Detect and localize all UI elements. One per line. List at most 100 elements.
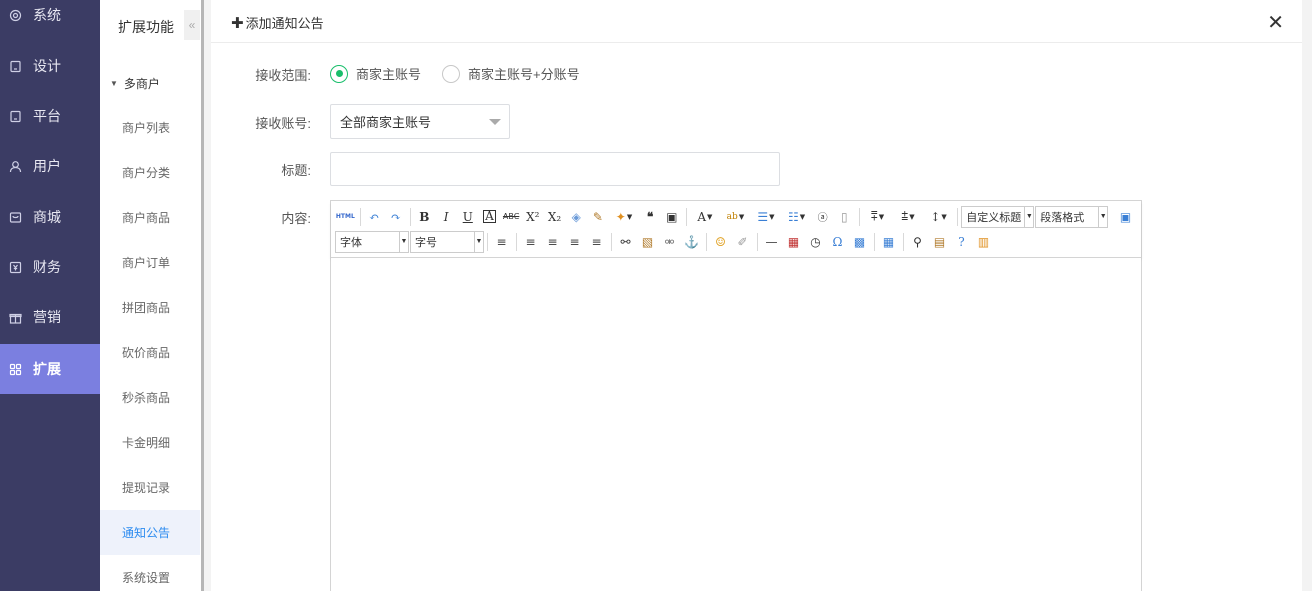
tablet-icon bbox=[8, 109, 22, 123]
source-html-button[interactable]: HTML bbox=[335, 206, 356, 227]
content-label: 内容: bbox=[281, 211, 311, 226]
unlink-icon[interactable]: ⚮ bbox=[659, 231, 680, 252]
gear-icon bbox=[8, 8, 22, 22]
editor-content-area[interactable] bbox=[331, 258, 1141, 591]
blockquote-icon[interactable]: ❝ bbox=[640, 206, 661, 227]
subnav-item[interactable]: 砍价商品 bbox=[100, 330, 200, 375]
nav-item-platform[interactable]: 平台 bbox=[0, 91, 100, 141]
nav-item-label: 营销 bbox=[33, 309, 61, 325]
subnav-item[interactable]: 系统设置 bbox=[100, 555, 200, 591]
link-icon[interactable]: ⚯ bbox=[615, 231, 636, 252]
account-label: 接收账号: bbox=[255, 116, 311, 131]
nav-item-system[interactable]: 系统 bbox=[0, 0, 100, 40]
align-right-icon[interactable]: ≡ bbox=[564, 231, 585, 252]
caret-down-icon: ▼ bbox=[110, 79, 118, 88]
nav-item-label: 商城 bbox=[33, 209, 61, 225]
direction-icon[interactable]: ≡ bbox=[491, 231, 512, 252]
align-center-icon[interactable]: ≡ bbox=[542, 231, 563, 252]
anchor-icon[interactable]: ⚓ bbox=[681, 231, 702, 252]
image-icon[interactable]: ▧ bbox=[637, 231, 658, 252]
scrawl-icon[interactable]: ✐ bbox=[732, 231, 753, 252]
ordered-list-icon[interactable]: ☰ ▼ bbox=[751, 206, 781, 227]
account-select[interactable]: 全部商家主账号 bbox=[330, 104, 510, 139]
align-justify-icon[interactable]: ≡ bbox=[586, 231, 607, 252]
rich-text-editor: HTML ↶ ↷ B I U A ABC X² X₂ ◈ ✎ ✦ ▼ ❝ ▣ A ▼… bbox=[330, 200, 1142, 591]
mall-icon bbox=[8, 210, 22, 224]
horizontal-rule-icon[interactable]: — bbox=[761, 231, 782, 252]
underline-icon[interactable]: U bbox=[457, 206, 478, 227]
time-icon[interactable]: ◷ bbox=[805, 231, 826, 252]
undo-icon[interactable]: ↶ bbox=[364, 206, 385, 227]
font-border-icon[interactable]: A bbox=[479, 206, 500, 227]
group-toggle-merchant[interactable]: ▼ 多商户 bbox=[110, 75, 160, 92]
scrollbar-gutter bbox=[1302, 0, 1312, 591]
redo-icon[interactable]: ↷ bbox=[385, 206, 406, 227]
strikethrough-icon[interactable]: ABC bbox=[501, 206, 522, 227]
template-icon[interactable]: ▤ bbox=[929, 231, 950, 252]
special-char-icon[interactable]: Ω bbox=[827, 231, 848, 252]
scope-radio-main[interactable]: 商家主账号 bbox=[330, 64, 421, 83]
clear-doc-icon[interactable]: ▯ bbox=[834, 206, 855, 227]
subnav-item[interactable]: 商户分类 bbox=[100, 150, 200, 195]
subnav-item[interactable]: 拼团商品 bbox=[100, 285, 200, 330]
nav-item-design[interactable]: 设计 bbox=[0, 41, 100, 91]
help-icon[interactable]: ? bbox=[951, 231, 972, 252]
row-spacing-top-icon[interactable]: ⩱ ▼ bbox=[863, 206, 893, 227]
panel-header: ✚ 添加通知公告 ✕ bbox=[211, 0, 1302, 43]
nav-item-user[interactable]: 用户 bbox=[0, 141, 100, 191]
highlight-color-icon[interactable]: ab ▼ bbox=[721, 206, 751, 227]
auto-format-icon[interactable]: ✦ ▼ bbox=[609, 206, 639, 227]
drafts-icon[interactable]: ▥ bbox=[973, 231, 994, 252]
superscript-icon[interactable]: X² bbox=[522, 206, 543, 227]
gutter bbox=[204, 0, 211, 591]
nav-item-finance[interactable]: 财务 bbox=[0, 242, 100, 292]
unordered-list-icon[interactable]: ☷ ▼ bbox=[782, 206, 812, 227]
search-replace-icon[interactable]: ⚲ bbox=[907, 231, 928, 252]
sub-nav: 扩展功能 ▼ 多商户 商户列表 商户分类 商户商品 商户订单 拼团商品 砍价商品… bbox=[100, 0, 200, 591]
date-icon[interactable]: ▦ bbox=[783, 231, 804, 252]
emotion-icon[interactable]: ☺ bbox=[710, 231, 731, 252]
subnav-item[interactable]: 卡金明细 bbox=[100, 420, 200, 465]
format-brush-icon[interactable]: ✎ bbox=[588, 206, 609, 227]
row-spacing-bottom-icon[interactable]: ⩲ ▼ bbox=[893, 206, 923, 227]
design-icon bbox=[8, 59, 22, 73]
nav-item-extension[interactable]: 扩展 bbox=[0, 344, 100, 394]
eraser-icon[interactable]: ◈ bbox=[566, 206, 587, 227]
subnav-item[interactable]: 商户列表 bbox=[100, 105, 200, 150]
table-icon[interactable]: ▦ bbox=[878, 231, 899, 252]
custom-heading-select[interactable]: 自定义标题 ▼ bbox=[961, 205, 1035, 228]
title-input[interactable] bbox=[330, 152, 780, 186]
editor-toolbar: HTML ↶ ↷ B I U A ABC X² X₂ ◈ ✎ ✦ ▼ ❝ ▣ A ▼… bbox=[331, 201, 1141, 258]
panel-title: ✚ 添加通知公告 bbox=[231, 13, 324, 32]
scope-radio-main-sub[interactable]: 商家主账号+分账号 bbox=[442, 64, 580, 83]
subnav-item[interactable]: 商户订单 bbox=[100, 240, 200, 285]
subnav-item[interactable]: 商户商品 bbox=[100, 195, 200, 240]
collapse-sidebar-button[interactable]: « bbox=[184, 10, 200, 40]
paste-plain-icon[interactable]: ▣ bbox=[661, 206, 682, 227]
align-left-icon[interactable]: ≡ bbox=[520, 231, 541, 252]
main-nav: 系统 设计 平台 用户 商城 财务 营销 扩展 bbox=[0, 0, 100, 591]
line-height-icon[interactable]: ↕ ▼ bbox=[924, 206, 954, 227]
nav-item-label: 设计 bbox=[33, 58, 61, 74]
close-icon[interactable]: ✕ bbox=[1267, 13, 1284, 33]
subnav-item[interactable]: 提现记录 bbox=[100, 465, 200, 510]
subnav-item[interactable]: 秒杀商品 bbox=[100, 375, 200, 420]
font-size-select[interactable]: 字号 ▼ bbox=[410, 230, 484, 253]
select-all-icon[interactable]: ⓐ bbox=[812, 206, 833, 227]
font-family-select[interactable]: 字体 ▼ bbox=[335, 230, 409, 253]
nav-item-label: 用户 bbox=[33, 158, 61, 174]
font-color-icon[interactable]: A ▼ bbox=[690, 206, 720, 227]
plus-icon: ✚ bbox=[231, 14, 244, 32]
nav-item-mall[interactable]: 商城 bbox=[0, 192, 100, 242]
subscript-icon[interactable]: X₂ bbox=[544, 206, 565, 227]
nav-item-marketing[interactable]: 营销 bbox=[0, 292, 100, 342]
bold-icon[interactable]: B bbox=[414, 206, 435, 227]
preview-icon[interactable]: ▣ bbox=[1115, 206, 1136, 227]
paragraph-format-select[interactable]: 段落格式 ▼ bbox=[1035, 205, 1109, 228]
nav-item-label: 平台 bbox=[33, 108, 61, 124]
nav-item-label: 扩展 bbox=[33, 361, 61, 377]
image-insert-icon[interactable]: ▩ bbox=[849, 231, 870, 252]
italic-icon[interactable]: I bbox=[436, 206, 457, 227]
gift-icon bbox=[8, 310, 22, 324]
subnav-item-notice[interactable]: 通知公告 bbox=[100, 510, 200, 555]
